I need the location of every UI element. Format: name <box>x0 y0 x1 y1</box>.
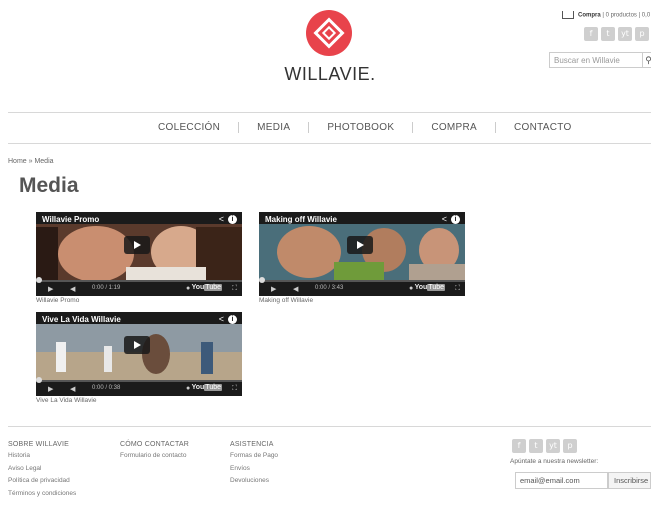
play-icon[interactable]: ▶ <box>48 285 53 293</box>
footer-col-contact: CÓMO CONTACTAR Formulario de contacto <box>120 441 189 463</box>
footer-heading-assistance: ASISTENCIA <box>230 441 274 448</box>
play-button[interactable] <box>124 336 150 354</box>
search-button[interactable]: ⚲ <box>643 52 651 68</box>
youtube-icon[interactable]: yt <box>618 27 632 41</box>
video-title-3[interactable]: Vive La Vida Willavie <box>42 315 121 324</box>
nav-item-media[interactable]: MEDIA <box>239 122 308 133</box>
cart-info: | 0 productos | 0,0 <box>600 12 651 19</box>
video-caption-1: Willavie Promo <box>36 297 80 304</box>
play-button[interactable] <box>347 236 373 254</box>
footer-link-contact-form[interactable]: Formulario de contacto <box>120 450 189 463</box>
youtube-logo[interactable]: YouTube <box>192 384 222 391</box>
video-scrubber-handle[interactable] <box>259 277 265 283</box>
video-time: 0:00 / 1:19 <box>92 285 121 291</box>
youtube-you: You <box>414 284 428 291</box>
settings-icon[interactable]: ● <box>186 385 190 392</box>
video-scrubber-handle[interactable] <box>36 277 42 283</box>
settings-icon[interactable]: ● <box>186 285 190 292</box>
youtube-tube: Tube <box>204 384 222 391</box>
youtube-icon[interactable]: yt <box>546 439 560 453</box>
video-player-3[interactable]: Vive La Vida Willavie < i ▶ ◀ 0:00 / 0:3… <box>36 312 242 396</box>
youtube-logo[interactable]: YouTube <box>192 284 222 291</box>
youtube-logo[interactable]: YouTube <box>415 284 445 291</box>
share-icon[interactable]: < <box>219 314 224 324</box>
play-icon[interactable]: ▶ <box>48 385 53 393</box>
info-icon[interactable]: i <box>228 215 237 224</box>
cart-label[interactable]: Compra <box>578 13 601 19</box>
info-icon[interactable]: i <box>228 315 237 324</box>
volume-icon[interactable]: ◀ <box>293 285 298 293</box>
footer-link-envios[interactable]: Envíos <box>230 463 278 476</box>
video-time: 0:00 / 3:43 <box>315 285 344 291</box>
pinterest-icon[interactable]: p <box>563 439 577 453</box>
newsletter-label: Apúntate a nuestra newsletter: <box>510 458 599 465</box>
search-input[interactable]: Buscar en Willavie <box>549 52 643 68</box>
footer-divider <box>8 426 651 427</box>
cart-summary[interactable]: Compra | 0 productos | 0,0 <box>562 11 650 19</box>
video-title-2[interactable]: Making off Willavie <box>265 215 337 224</box>
page-title: Media <box>19 174 79 197</box>
newsletter-email-field[interactable]: email@email.com <box>515 472 608 489</box>
footer-link-aviso-legal[interactable]: Aviso Legal <box>8 463 76 476</box>
twitter-icon[interactable]: t <box>529 439 543 453</box>
fullscreen-icon[interactable]: ⛶ <box>232 285 237 293</box>
volume-icon[interactable]: ◀ <box>70 285 75 293</box>
footer-link-historia[interactable]: Historia <box>8 450 76 463</box>
youtube-you: You <box>191 284 205 291</box>
video-title-1[interactable]: Willavie Promo <box>42 215 99 224</box>
share-icon[interactable]: < <box>442 214 447 224</box>
footer-link-devoluciones[interactable]: Devoluciones <box>230 475 278 488</box>
play-icon[interactable]: ▶ <box>271 285 276 293</box>
video-time: 0:00 / 0:38 <box>92 385 121 391</box>
video-player-1[interactable]: Willavie Promo < i ▶ ◀ 0:00 / 1:19 ● You… <box>36 212 242 296</box>
footer-heading-contact: CÓMO CONTACTAR <box>120 441 190 448</box>
footer-link-terminos[interactable]: Términos y condiciones <box>8 488 76 501</box>
footer-col-about: SOBRE WILLAVIE Historia Aviso Legal Polí… <box>8 441 76 500</box>
search-icon: ⚲ <box>645 55 651 65</box>
youtube-tube: Tube <box>204 284 222 291</box>
subscribe-button[interactable]: Inscribirse <box>608 472 651 489</box>
brand-name[interactable]: WILLAVIE. <box>280 64 380 85</box>
video-caption-2: Making off Willavie <box>259 297 314 304</box>
settings-icon[interactable]: ● <box>409 285 413 292</box>
video-caption-3: Vive La Vida Willavie <box>36 397 97 404</box>
video-progress-track[interactable] <box>36 380 242 382</box>
facebook-icon[interactable]: f <box>512 439 526 453</box>
video-scrubber-handle[interactable] <box>36 377 42 383</box>
footer-link-privacidad[interactable]: Política de privacidad <box>8 475 76 488</box>
nav-item-contacto[interactable]: CONTACTO <box>496 122 590 133</box>
footer-social-icons: f t yt p <box>512 439 577 453</box>
footer-col-assistance: ASISTENCIA Formas de Pago Envíos Devoluc… <box>230 441 278 488</box>
nav-bottom-divider <box>8 143 651 144</box>
share-icon[interactable]: < <box>219 214 224 224</box>
fullscreen-icon[interactable]: ⛶ <box>455 285 460 293</box>
info-icon[interactable]: i <box>451 215 460 224</box>
play-button[interactable] <box>124 236 150 254</box>
youtube-you: You <box>191 384 205 391</box>
breadcrumb[interactable]: Home » Media <box>8 158 54 165</box>
logo-mark[interactable] <box>306 10 352 56</box>
facebook-icon[interactable]: f <box>584 27 598 41</box>
pinterest-icon[interactable]: p <box>635 27 649 41</box>
nav-item-photobook[interactable]: PHOTOBOOK <box>309 122 412 133</box>
video-progress-track[interactable] <box>259 280 465 282</box>
footer-heading-about: SOBRE WILLAVIE <box>8 441 70 448</box>
header-social-icons: f t yt p <box>584 27 649 41</box>
volume-icon[interactable]: ◀ <box>70 385 75 393</box>
twitter-icon[interactable]: t <box>601 27 615 41</box>
video-player-2[interactable]: Making off Willavie < i ▶ ◀ 0:00 / 3:43 … <box>259 212 465 296</box>
main-nav: COLECCIÓN MEDIA PHOTOBOOK COMPRA CONTACT… <box>140 122 590 133</box>
footer-link-pago[interactable]: Formas de Pago <box>230 450 278 463</box>
nav-item-coleccion[interactable]: COLECCIÓN <box>140 122 238 133</box>
cart-icon <box>562 11 574 19</box>
fullscreen-icon[interactable]: ⛶ <box>232 385 237 393</box>
nav-top-divider <box>8 112 651 113</box>
nav-item-compra[interactable]: COMPRA <box>413 122 495 133</box>
video-progress-track[interactable] <box>36 280 242 282</box>
youtube-tube: Tube <box>427 284 445 291</box>
